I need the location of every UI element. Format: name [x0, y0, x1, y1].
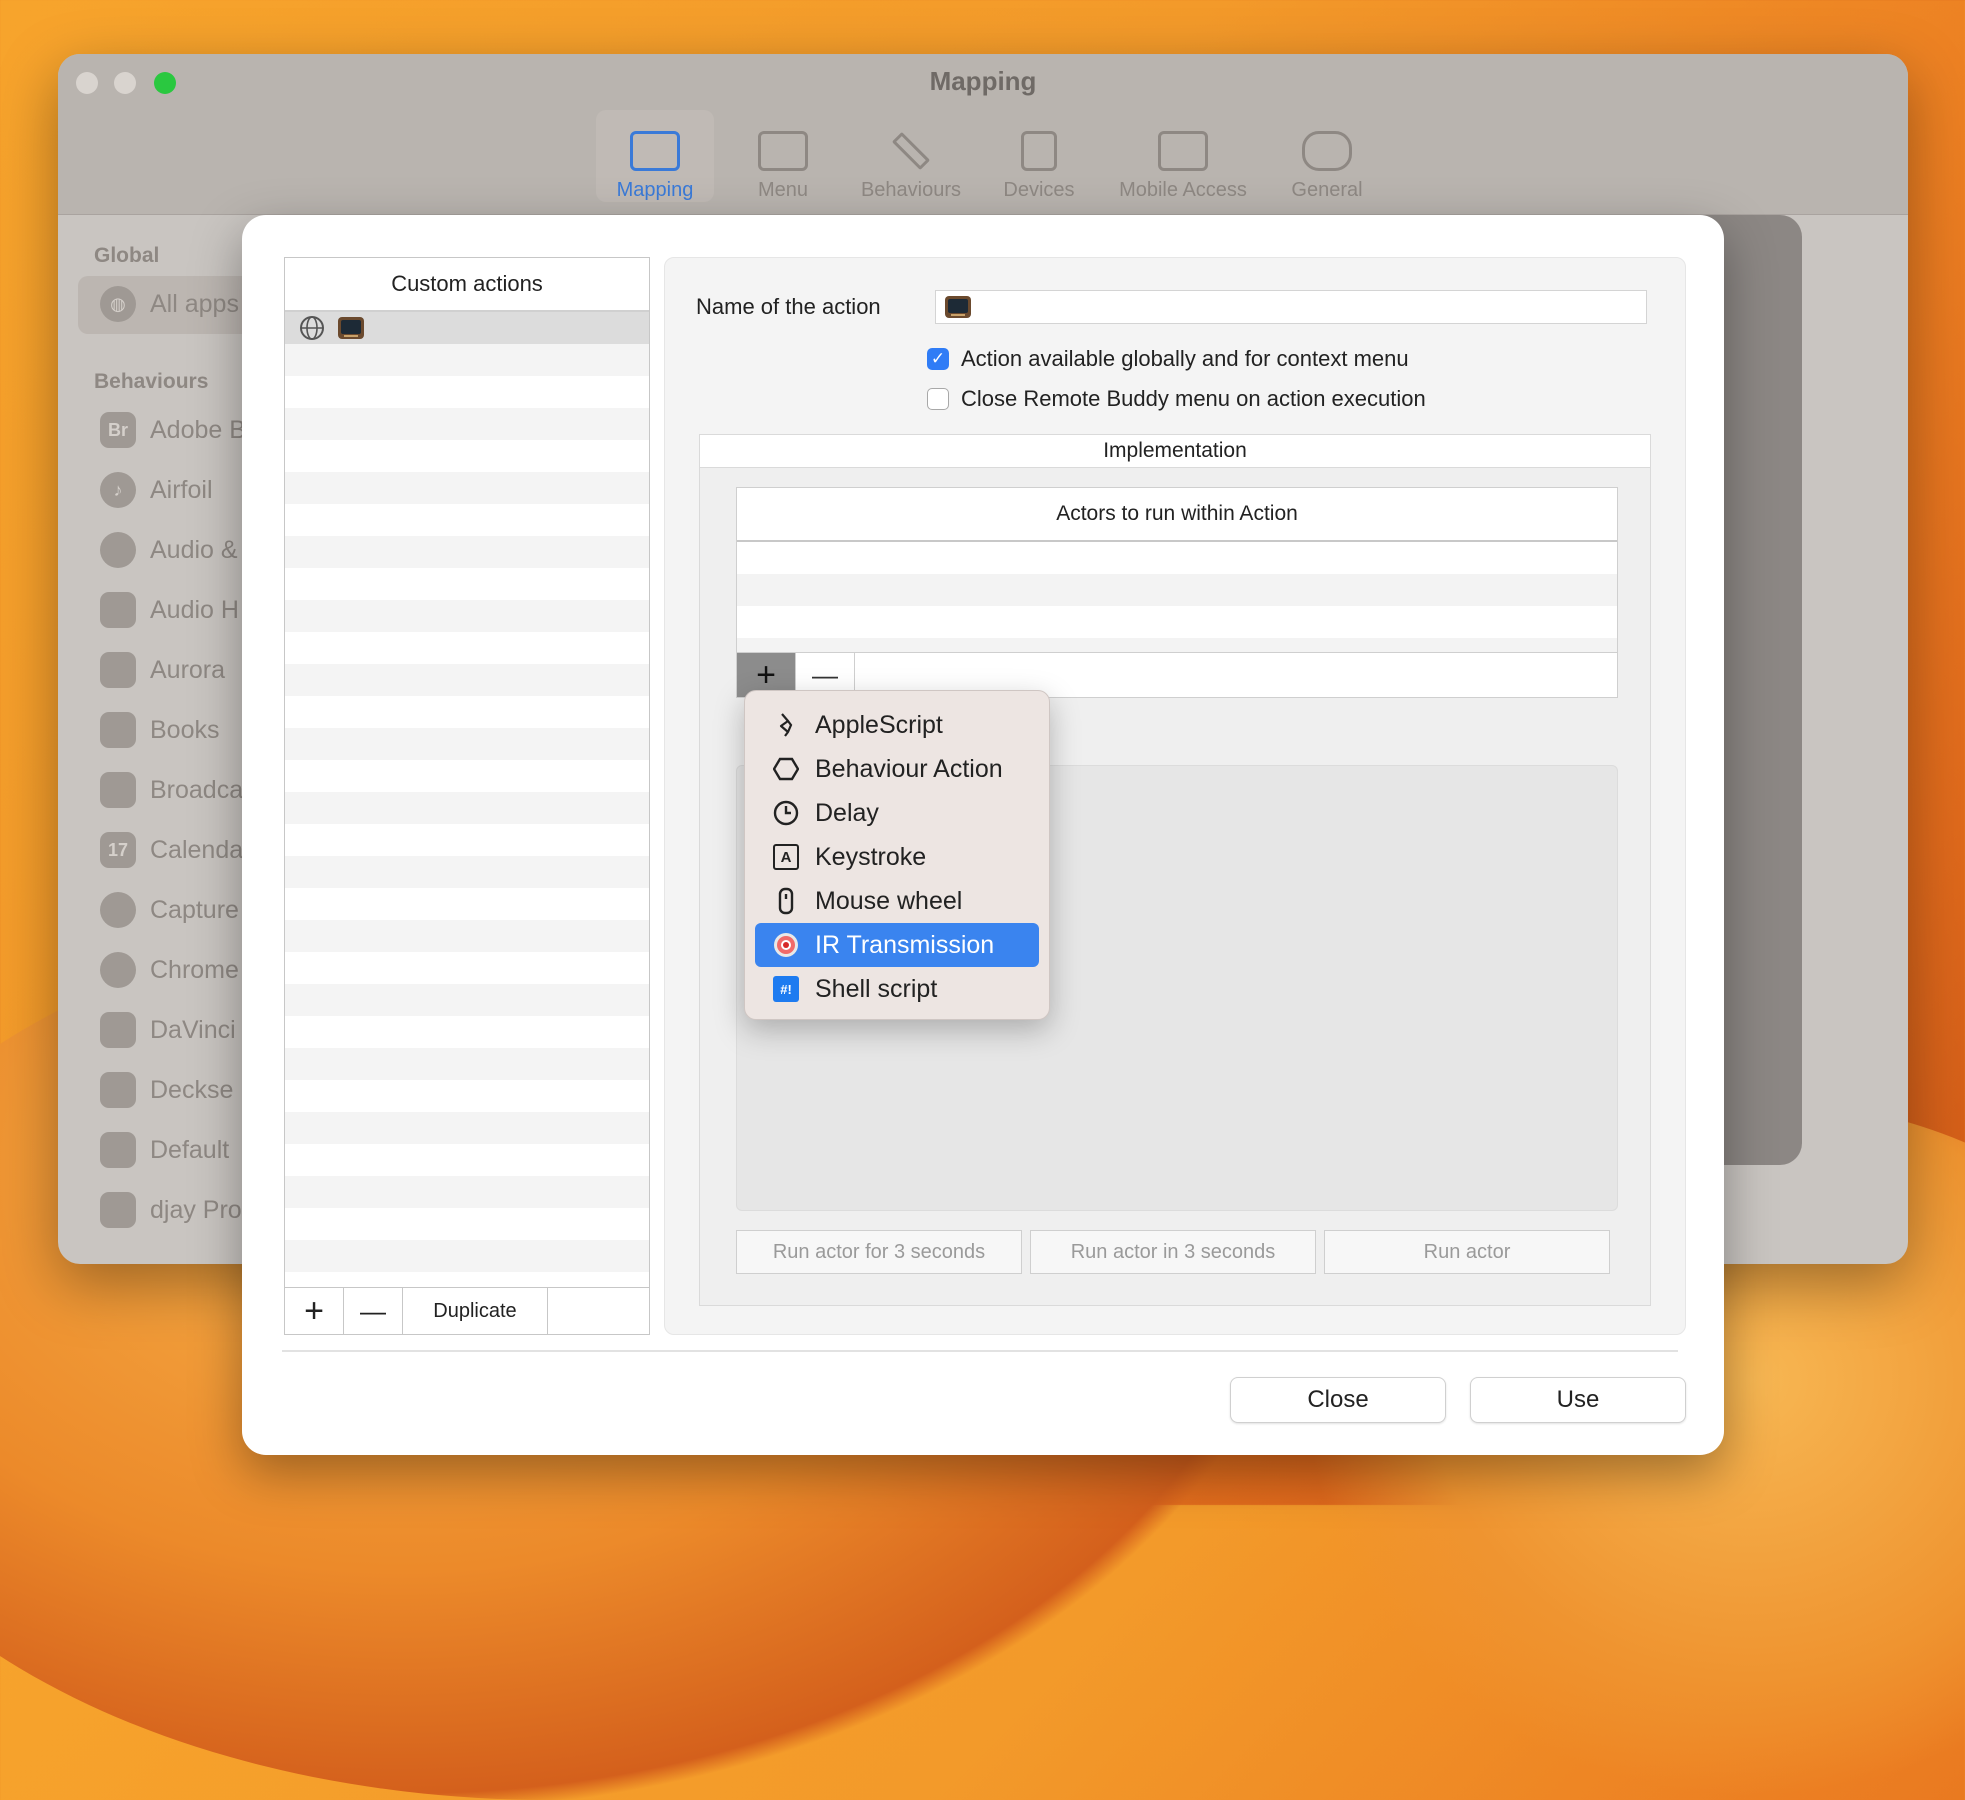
toolbar-menu[interactable]: Menu	[724, 110, 842, 202]
sidebar-item[interactable]: Audio &	[100, 530, 238, 570]
close-button[interactable]: Close	[1230, 1377, 1446, 1423]
global-availability-checkbox[interactable]: ✓	[927, 348, 949, 370]
run-for-3-seconds-button[interactable]: Run actor for 3 seconds	[736, 1230, 1022, 1274]
airfoil-app-icon: ♪	[100, 472, 136, 508]
run-in-3-seconds-button[interactable]: Run actor in 3 seconds	[1030, 1230, 1316, 1274]
sidebar-global-header: Global	[94, 244, 160, 267]
close-menu-row[interactable]: Close Remote Buddy menu on action execut…	[927, 386, 1426, 412]
sidebar-item[interactable]: 17 Calenda	[100, 830, 243, 870]
global-availability-label: Action available globally and for contex…	[961, 346, 1409, 371]
globe-icon	[300, 316, 324, 340]
custom-actions-header: Custom actions	[285, 258, 649, 312]
calendar-app-icon: 17	[100, 832, 136, 868]
table-icon	[630, 131, 680, 171]
shell-icon: #!	[773, 976, 799, 1002]
remove-action-button[interactable]: —	[344, 1288, 403, 1334]
menu-item-behaviour-action[interactable]: Behaviour Action	[755, 747, 1039, 791]
chip-icon	[1021, 131, 1057, 171]
sidebar-item-all-apps-label: ◍ All apps	[100, 284, 239, 324]
custom-actions-footer: + — Duplicate	[285, 1287, 649, 1334]
actor-type-menu: AppleScript Behaviour Action Delay A Key…	[744, 690, 1050, 1020]
sidebar-item[interactable]: djay Pro	[100, 1190, 242, 1230]
duplicate-action-button[interactable]: Duplicate	[403, 1288, 548, 1334]
toggle-icon	[1302, 131, 1352, 171]
menu-item-ir-transmission[interactable]: IR Transmission	[755, 923, 1039, 967]
window-title: Mapping	[929, 66, 1037, 96]
app-icon	[100, 892, 136, 928]
custom-action-row-selected[interactable]	[285, 312, 649, 344]
menu-icon	[758, 131, 808, 171]
custom-actions-list: Custom actions + — Duplicate	[284, 257, 650, 1335]
books-app-icon	[100, 712, 136, 748]
add-action-button[interactable]: +	[285, 1288, 344, 1334]
toolbar-devices[interactable]: Devices	[980, 110, 1098, 202]
app-icon	[100, 592, 136, 628]
tv-icon	[945, 296, 971, 318]
app-icon	[100, 772, 136, 808]
ir-icon	[773, 932, 799, 958]
bridge-app-icon: Br	[100, 412, 136, 448]
menu-item-keystroke[interactable]: A Keystroke	[755, 835, 1039, 879]
toolbar-mapping[interactable]: Mapping	[596, 110, 714, 202]
sidebar-item[interactable]: Br Adobe B	[100, 410, 246, 450]
run-actor-button[interactable]: Run actor	[1324, 1230, 1610, 1274]
sidebar-item[interactable]: Aurora	[100, 650, 225, 690]
sidebar-item[interactable]: Default	[100, 1130, 229, 1170]
run-buttons: Run actor for 3 seconds Run actor in 3 s…	[736, 1230, 1610, 1274]
magic-wand-icon	[891, 131, 931, 171]
sidebar-item[interactable]: Books	[100, 710, 219, 750]
toolbar-behaviours[interactable]: Behaviours	[852, 110, 970, 202]
close-menu-checkbox[interactable]	[927, 388, 949, 410]
implementation-title: Implementation	[700, 435, 1650, 468]
menu-item-mouse-wheel[interactable]: Mouse wheel	[755, 879, 1039, 923]
action-name-field[interactable]	[935, 290, 1647, 324]
action-name-label: Name of the action	[696, 294, 881, 319]
keystroke-icon: A	[773, 844, 799, 870]
actors-rows	[737, 542, 1617, 653]
titlebar: Mapping Mapping Menu Behaviours Devices …	[58, 54, 1908, 215]
sidebar-item[interactable]: Capture	[100, 890, 239, 930]
app-icon	[100, 532, 136, 568]
toolbar-mobile-access[interactable]: Mobile Access	[1108, 110, 1258, 202]
dialog-separator	[282, 1350, 1678, 1352]
actors-table: Actors to run within Action	[736, 487, 1618, 654]
sidebar-item[interactable]: Chrome	[100, 950, 239, 990]
globe-icon: ◍	[100, 286, 136, 322]
mouse-icon	[773, 887, 799, 915]
sidebar-item[interactable]: DaVinci	[100, 1010, 236, 1050]
sidebar-item[interactable]: Broadca	[100, 770, 243, 810]
devices-icon	[1158, 131, 1208, 171]
use-button[interactable]: Use	[1470, 1377, 1686, 1423]
sidebar-item[interactable]: Deckse	[100, 1070, 233, 1110]
applescript-icon	[773, 712, 799, 738]
chrome-app-icon	[100, 952, 136, 988]
menu-item-applescript[interactable]: AppleScript	[755, 703, 1039, 747]
toolbar: Mapping Menu Behaviours Devices Mobile A…	[596, 110, 1396, 202]
close-menu-label: Close Remote Buddy menu on action execut…	[961, 386, 1426, 411]
sidebar-item[interactable]: Audio H	[100, 590, 239, 630]
app-icon	[100, 1012, 136, 1048]
custom-actions-rows	[285, 312, 649, 1287]
global-availability-row[interactable]: ✓ Action available globally and for cont…	[927, 346, 1409, 372]
sidebar-behaviours-header: Behaviours	[94, 370, 209, 393]
sidebar-item[interactable]: ♪ Airfoil	[100, 470, 213, 510]
actors-table-header: Actors to run within Action	[737, 488, 1617, 542]
app-icon	[100, 652, 136, 688]
menu-item-delay[interactable]: Delay	[755, 791, 1039, 835]
app-icon	[100, 1072, 136, 1108]
app-icon	[100, 1132, 136, 1168]
app-icon	[100, 1192, 136, 1228]
tv-icon	[338, 317, 364, 339]
menu-item-shell-script[interactable]: #! Shell script	[755, 967, 1039, 1011]
clock-icon	[773, 800, 799, 826]
hexagon-icon	[773, 756, 799, 782]
toolbar-general[interactable]: General	[1268, 110, 1386, 202]
